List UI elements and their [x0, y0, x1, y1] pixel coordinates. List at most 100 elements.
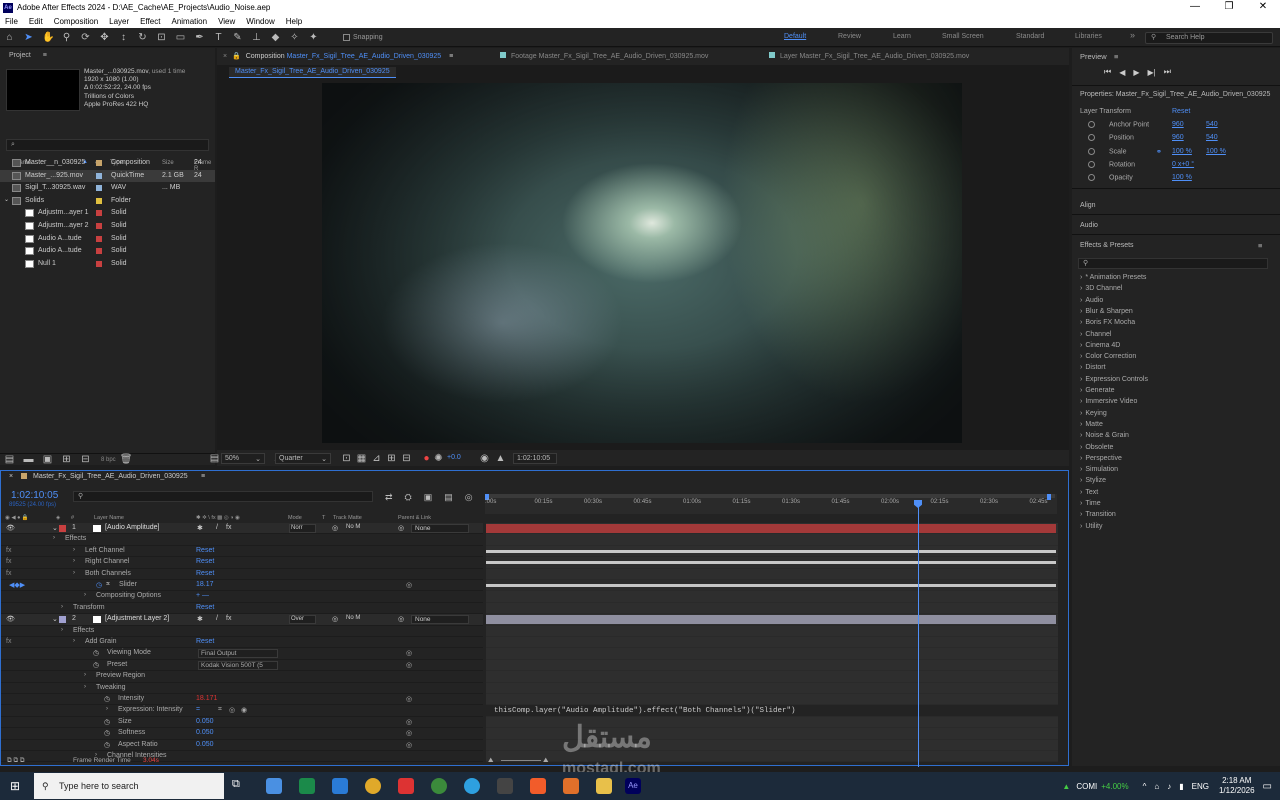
composition-navigator-tab[interactable]: Master_Fx_Sigil_Tree_AE_Audio_Driven_030…: [229, 67, 396, 78]
properties-panel-title[interactable]: Properties: Master_Fx_Sigil_Tree_AE_Audi…: [1080, 91, 1270, 98]
bit-depth[interactable]: 8 bpc: [101, 457, 116, 463]
brush-tool-icon[interactable]: ✎: [232, 32, 243, 43]
matte-source-icon[interactable]: ◎: [332, 524, 338, 532]
grid-guides-icon[interactable]: ⊞: [386, 453, 397, 464]
effect-category[interactable]: › Keying: [1080, 410, 1107, 417]
expand-arrow-icon[interactable]: ›: [84, 684, 86, 690]
timeline-property-row[interactable]: › Tweaking: [1, 683, 483, 694]
work-area-end-handle[interactable]: [1047, 494, 1051, 500]
track-matte-dropdown[interactable]: No M: [346, 524, 360, 530]
channel-icon[interactable]: ⊟: [401, 453, 412, 464]
expand-arrow-icon[interactable]: ›: [73, 638, 75, 644]
layer-track[interactable]: [486, 534, 1058, 546]
transparency-grid-icon[interactable]: ▦: [356, 453, 367, 464]
keyframe-track-line[interactable]: [486, 549, 1056, 553]
property-value[interactable]: 0.050: [196, 741, 214, 748]
menu-edit[interactable]: Edit: [29, 17, 43, 26]
app-orange-icon[interactable]: [563, 778, 579, 794]
quality-switch-icon[interactable]: /: [216, 615, 218, 622]
transform-property-value-2[interactable]: 540: [1206, 121, 1218, 128]
volume-icon[interactable]: ♪: [1167, 782, 1171, 791]
edge-icon[interactable]: [299, 778, 315, 794]
orbit-tool-icon[interactable]: ⟳: [80, 32, 91, 43]
stopwatch-icon[interactable]: ◷: [104, 741, 110, 749]
effects-switch-icon[interactable]: fx: [226, 615, 231, 622]
snapshot-icon[interactable]: ◉: [479, 453, 490, 464]
current-time-display[interactable]: 1:02:10:05: [11, 490, 58, 501]
stopwatch-icon[interactable]: ◷: [93, 649, 99, 657]
maximize-button[interactable]: ❐: [1212, 0, 1246, 14]
menu-layer[interactable]: Layer: [109, 17, 129, 26]
effect-category[interactable]: › Time: [1080, 500, 1101, 507]
effect-category[interactable]: › Obsolete: [1080, 444, 1113, 451]
close-tab-icon[interactable]: ×: [9, 473, 13, 480]
zoom-dropdown[interactable]: 50% ⌄: [221, 453, 265, 464]
exposure-value[interactable]: +0.0: [447, 454, 461, 461]
blend-mode-dropdown[interactable]: Over: [289, 615, 316, 625]
effect-category[interactable]: › Audio: [1080, 297, 1103, 304]
label-color-chip[interactable]: [96, 248, 102, 255]
new-composition-icon[interactable]: ▣: [42, 454, 53, 465]
property-value[interactable]: 0.050: [196, 718, 214, 725]
after-effects-taskbar-icon[interactable]: Ae: [625, 778, 641, 794]
app-icon[interactable]: [398, 778, 414, 794]
hand-tool-icon[interactable]: ✋: [42, 32, 54, 43]
effect-category[interactable]: › Immersive Video: [1080, 398, 1137, 405]
tab-composition[interactable]: × 🔒 Composition Master_Fx_Sigil_Tree_AE_…: [223, 52, 453, 60]
property-value[interactable]: Reset: [196, 604, 214, 611]
project-item[interactable]: Master__n_030925 Composition 24: [0, 157, 215, 170]
composition-frame[interactable]: [322, 83, 962, 443]
davinci-icon[interactable]: [497, 778, 513, 794]
chrome-profile-icon[interactable]: [431, 778, 447, 794]
expand-arrow-icon[interactable]: ⌄: [52, 524, 58, 532]
workspace-small-screen[interactable]: Small Screen: [942, 33, 984, 40]
project-item[interactable]: Master_...925.mov QuickTime 2.1 GB 24: [0, 169, 215, 183]
show-hidden-icons[interactable]: ^: [1143, 782, 1147, 791]
stopwatch-icon[interactable]: [1088, 174, 1095, 182]
work-area-bar[interactable]: [485, 494, 1055, 498]
stopwatch-icon[interactable]: [1088, 121, 1095, 128]
project-item[interactable]: Audio A...tude Solid: [0, 245, 215, 258]
timeline-property-row[interactable]: fx › Add Grain Reset: [1, 637, 483, 649]
timeline-property-row[interactable]: › Expression: Intensity = ⌗ ◎ ◉: [1, 705, 483, 717]
zoom-tool-icon[interactable]: ⚲: [61, 32, 72, 43]
windows-start-icon[interactable]: ⊞: [10, 779, 20, 793]
menu-window[interactable]: Window: [246, 17, 274, 26]
expression-pickwhip-icon[interactable]: ◎: [229, 706, 235, 714]
layer-track[interactable]: [486, 671, 1058, 683]
dolly-tool-icon[interactable]: ↕: [118, 32, 129, 43]
transform-property-value-1[interactable]: 960: [1172, 134, 1184, 141]
timeline-property-row[interactable]: › Compositing Options + —: [1, 591, 483, 603]
snapping-checkbox[interactable]: [343, 33, 350, 41]
expand-arrow-icon[interactable]: ›: [73, 558, 75, 564]
expression-text[interactable]: thisComp.layer("Audio Amplitude").effect…: [494, 707, 796, 715]
layer-switches-toggle-icon[interactable]: ⧉ ⧉ ⧉: [7, 757, 25, 765]
expression-language-menu-icon[interactable]: ◉: [241, 706, 247, 714]
stopwatch-icon[interactable]: ◷: [104, 695, 110, 703]
parent-link-header[interactable]: Parent & Link: [398, 515, 431, 521]
current-time-indicator-line[interactable]: [918, 507, 919, 767]
transform-property-value-1[interactable]: 100 %: [1172, 174, 1192, 181]
clone-stamp-tool-icon[interactable]: ⊥: [251, 32, 262, 43]
property-value[interactable]: 18.171: [196, 695, 217, 702]
file-explorer-icon[interactable]: [596, 778, 612, 794]
search-help-field[interactable]: ⚲ Search Help: [1145, 32, 1273, 44]
timeline-zoom-slider[interactable]: [501, 760, 541, 761]
visibility-eye-icon[interactable]: 👁: [6, 615, 15, 623]
menu-view[interactable]: View: [218, 17, 235, 26]
label-color-chip[interactable]: [96, 210, 102, 217]
label-color-chip[interactable]: [96, 223, 102, 229]
effect-enable-icon[interactable]: fx: [6, 570, 11, 577]
clock[interactable]: 2:18 AM 1/12/2026: [1219, 776, 1255, 796]
project-item[interactable]: Sigil_T...30925.wav WAV ... MB: [0, 182, 215, 195]
layer-track[interactable]: [486, 694, 1058, 706]
shy-switch-icon[interactable]: ✱: [197, 524, 203, 532]
expand-arrow-icon[interactable]: ›: [106, 706, 108, 712]
label-color-chip[interactable]: [96, 235, 102, 242]
eraser-tool-icon[interactable]: ◆: [270, 32, 281, 43]
color-management-icon[interactable]: ●: [421, 453, 432, 464]
type-tool-icon[interactable]: T: [213, 32, 224, 43]
layer-duration-bar[interactable]: [486, 524, 1056, 533]
matte-source-icon[interactable]: ◎: [332, 615, 338, 623]
effect-category[interactable]: › Text: [1080, 489, 1098, 496]
